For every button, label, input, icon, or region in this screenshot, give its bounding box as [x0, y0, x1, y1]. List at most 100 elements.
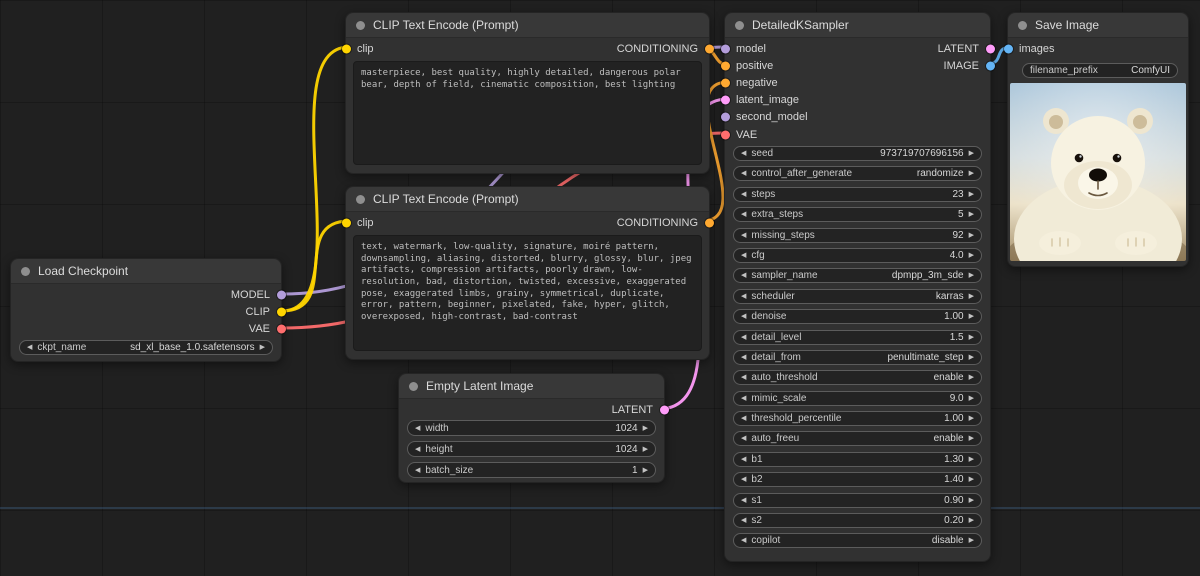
output-slot-model[interactable]: MODEL: [11, 286, 281, 303]
decrement-arrow-icon[interactable]: ◀: [741, 313, 746, 320]
widget-auto-threshold[interactable]: ◀ auto_threshold enable ▶: [733, 370, 982, 385]
widget-extra-steps[interactable]: ◀ extra_steps 5 ▶: [733, 207, 982, 222]
widget-threshold-percentile[interactable]: ◀ threshold_percentile 1.00 ▶: [733, 411, 982, 426]
node-title-bar[interactable]: Empty Latent Image: [399, 374, 664, 399]
increment-arrow-icon[interactable]: ▶: [969, 476, 974, 483]
output-slot-image[interactable]: IMAGE: [871, 57, 990, 74]
widget-detail-level[interactable]: ◀ detail_level 1.5 ▶: [733, 330, 982, 345]
increment-arrow-icon[interactable]: ▶: [969, 374, 974, 381]
decrement-arrow-icon[interactable]: ◀: [27, 344, 32, 351]
node-canvas[interactable]: Load Checkpoint MODEL CLIP VAE ◀ ckpt_na…: [0, 0, 1200, 576]
increment-arrow-icon[interactable]: ▶: [969, 517, 974, 524]
widget-cfg[interactable]: ◀ cfg 4.0 ▶: [733, 248, 982, 263]
input-slot-negative[interactable]: negative: [725, 74, 871, 91]
latent-port-icon[interactable]: [721, 96, 730, 105]
widget-ckpt-name[interactable]: ◀ ckpt_name sd_xl_base_1.0.safetensors ▶: [19, 340, 273, 355]
prompt-textarea[interactable]: text, watermark, low-quality, signature,…: [353, 235, 702, 351]
image-port-icon[interactable]: [986, 61, 995, 70]
vae-port-icon[interactable]: [277, 324, 286, 333]
widget-control-after-generate[interactable]: ◀ control_after_generate randomize ▶: [733, 166, 982, 181]
latent-port-icon[interactable]: [986, 44, 995, 53]
widget-height[interactable]: ◀ height 1024 ▶: [407, 441, 656, 457]
decrement-arrow-icon[interactable]: ◀: [741, 354, 746, 361]
widget-sampler-name[interactable]: ◀ sampler_name dpmpp_3m_sde ▶: [733, 268, 982, 283]
increment-arrow-icon[interactable]: ▶: [643, 446, 648, 453]
decrement-arrow-icon[interactable]: ◀: [741, 517, 746, 524]
node-title-bar[interactable]: Load Checkpoint: [11, 259, 281, 284]
widget-auto-freeu[interactable]: ◀ auto_freeu enable ▶: [733, 431, 982, 446]
widget-filename-prefix[interactable]: filename_prefix ComfyUI: [1022, 63, 1178, 78]
decrement-arrow-icon[interactable]: ◀: [741, 497, 746, 504]
node-save-image[interactable]: Save Image images filename_prefix ComfyU…: [1007, 12, 1189, 267]
widget-steps[interactable]: ◀ steps 23 ▶: [733, 187, 982, 202]
widget-batch-size[interactable]: ◀ batch_size 1 ▶: [407, 462, 656, 478]
input-slot-model[interactable]: model: [725, 40, 871, 57]
increment-arrow-icon[interactable]: ▶: [969, 435, 974, 442]
increment-arrow-icon[interactable]: ▶: [969, 537, 974, 544]
node-title-bar[interactable]: CLIP Text Encode (Prompt): [346, 13, 709, 38]
decrement-arrow-icon[interactable]: ◀: [741, 395, 746, 402]
decrement-arrow-icon[interactable]: ◀: [741, 272, 746, 279]
node-detailed-ksampler[interactable]: DetailedKSampler model positive negative…: [724, 12, 991, 562]
conditioning-port-icon[interactable]: [705, 44, 714, 53]
decrement-arrow-icon[interactable]: ◀: [741, 456, 746, 463]
decrement-arrow-icon[interactable]: ◀: [741, 150, 746, 157]
collapse-dot-icon[interactable]: [1018, 21, 1027, 30]
collapse-dot-icon[interactable]: [21, 267, 30, 276]
input-slot-latent-image[interactable]: latent_image: [725, 92, 871, 109]
decrement-arrow-icon[interactable]: ◀: [415, 467, 420, 474]
decrement-arrow-icon[interactable]: ◀: [741, 537, 746, 544]
increment-arrow-icon[interactable]: ▶: [969, 293, 974, 300]
widget-b2[interactable]: ◀ b2 1.40 ▶: [733, 472, 982, 487]
decrement-arrow-icon[interactable]: ◀: [741, 170, 746, 177]
conditioning-port-icon[interactable]: [721, 78, 730, 87]
node-title-bar[interactable]: DetailedKSampler: [725, 13, 990, 38]
model-port-icon[interactable]: [721, 44, 730, 53]
output-slot-latent[interactable]: LATENT: [399, 401, 664, 418]
decrement-arrow-icon[interactable]: ◀: [415, 446, 420, 453]
decrement-arrow-icon[interactable]: ◀: [741, 232, 746, 239]
output-slot-conditioning[interactable]: CONDITIONING: [528, 214, 710, 231]
increment-arrow-icon[interactable]: ▶: [969, 252, 974, 259]
input-slot-vae[interactable]: VAE: [725, 126, 871, 143]
widget-width[interactable]: ◀ width 1024 ▶: [407, 420, 656, 436]
output-slot-conditioning[interactable]: CONDITIONING: [528, 40, 710, 57]
increment-arrow-icon[interactable]: ▶: [969, 191, 974, 198]
decrement-arrow-icon[interactable]: ◀: [741, 334, 746, 341]
increment-arrow-icon[interactable]: ▶: [643, 467, 648, 474]
decrement-arrow-icon[interactable]: ◀: [741, 252, 746, 259]
input-slot-positive[interactable]: positive: [725, 57, 871, 74]
node-load-checkpoint[interactable]: Load Checkpoint MODEL CLIP VAE ◀ ckpt_na…: [10, 258, 282, 362]
clip-port-icon[interactable]: [342, 218, 351, 227]
output-slot-vae[interactable]: VAE: [11, 320, 281, 337]
collapse-dot-icon[interactable]: [356, 21, 365, 30]
widget-seed[interactable]: ◀ seed 973719707696156 ▶: [733, 146, 982, 161]
decrement-arrow-icon[interactable]: ◀: [415, 425, 420, 432]
vae-port-icon[interactable]: [721, 130, 730, 139]
input-slot-images[interactable]: images: [1008, 40, 1188, 57]
increment-arrow-icon[interactable]: ▶: [969, 415, 974, 422]
collapse-dot-icon[interactable]: [409, 382, 418, 391]
decrement-arrow-icon[interactable]: ◀: [741, 211, 746, 218]
node-title-bar[interactable]: CLIP Text Encode (Prompt): [346, 187, 709, 212]
increment-arrow-icon[interactable]: ▶: [969, 497, 974, 504]
node-empty-latent-image[interactable]: Empty Latent Image LATENT ◀ width 1024 ▶…: [398, 373, 665, 483]
prompt-textarea[interactable]: masterpiece, best quality, highly detail…: [353, 61, 702, 165]
increment-arrow-icon[interactable]: ▶: [969, 313, 974, 320]
widget-b1[interactable]: ◀ b1 1.30 ▶: [733, 452, 982, 467]
decrement-arrow-icon[interactable]: ◀: [741, 374, 746, 381]
input-slot-second-model[interactable]: second_model: [725, 109, 871, 126]
decrement-arrow-icon[interactable]: ◀: [741, 191, 746, 198]
increment-arrow-icon[interactable]: ▶: [969, 272, 974, 279]
clip-port-icon[interactable]: [342, 44, 351, 53]
model-port-icon[interactable]: [721, 113, 730, 122]
widget-s1[interactable]: ◀ s1 0.90 ▶: [733, 493, 982, 508]
conditioning-port-icon[interactable]: [705, 218, 714, 227]
node-title-bar[interactable]: Save Image: [1008, 13, 1188, 38]
increment-arrow-icon[interactable]: ▶: [969, 211, 974, 218]
collapse-dot-icon[interactable]: [735, 21, 744, 30]
model-port-icon[interactable]: [277, 290, 286, 299]
output-slot-clip[interactable]: CLIP: [11, 303, 281, 320]
decrement-arrow-icon[interactable]: ◀: [741, 415, 746, 422]
widget-denoise[interactable]: ◀ denoise 1.00 ▶: [733, 309, 982, 324]
